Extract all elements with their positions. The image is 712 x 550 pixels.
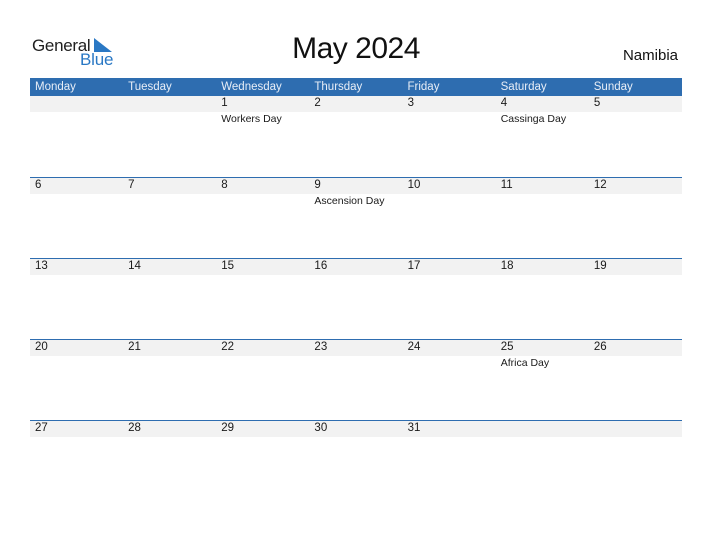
weekday-header: Monday Tuesday Wednesday Thursday Friday…	[30, 78, 682, 96]
day-cell[interactable]: 16	[309, 259, 402, 339]
day-number: 6	[35, 179, 42, 191]
weekday-wednesday: Wednesday	[221, 81, 282, 93]
day-number: 11	[500, 179, 513, 191]
weekday-friday: Friday	[407, 81, 440, 93]
day-cell[interactable]: 18	[496, 259, 589, 339]
day-number: 10	[407, 179, 421, 191]
day-number: 5	[593, 97, 601, 109]
day-number: 9	[314, 179, 321, 191]
page-title: May 2024	[292, 32, 420, 65]
day-cell[interactable]: 26	[589, 340, 682, 420]
day-number: 17	[407, 260, 421, 272]
day-cell[interactable]: 8	[216, 178, 309, 258]
day-number: 25	[500, 341, 514, 353]
day-cell[interactable]: 1 Workers Day	[216, 96, 309, 176]
day-number: 14	[128, 260, 141, 272]
day-cell[interactable]: 29	[216, 421, 309, 501]
day-cell[interactable]: 22	[216, 340, 309, 420]
day-number: 2	[314, 97, 321, 109]
day-cell[interactable]: 24	[403, 340, 496, 420]
day-number: 27	[35, 422, 48, 434]
day-cell[interactable]: 21	[123, 340, 216, 420]
day-number: 7	[128, 179, 135, 191]
day-number: 12	[593, 179, 607, 191]
day-number: 30	[314, 422, 328, 434]
holiday-label: Workers Day	[221, 113, 282, 125]
day-cell[interactable]: 2	[309, 96, 402, 176]
day-cell[interactable]: 14	[123, 259, 216, 339]
day-number: 28	[128, 422, 141, 434]
week-row: 13 14 15 16 17 18 19	[30, 258, 682, 340]
day-cell[interactable]: 10	[403, 178, 496, 258]
day-number: 31	[407, 422, 421, 434]
day-cell[interactable]: 11	[496, 178, 589, 258]
day-cell[interactable]: 31	[403, 421, 496, 501]
day-cell[interactable]: 27	[30, 421, 123, 501]
weekday-monday: Monday	[35, 81, 76, 93]
day-number: 1	[221, 97, 228, 109]
day-number: 19	[593, 260, 607, 272]
day-cell[interactable]	[496, 421, 589, 501]
day-cell[interactable]: 25 Africa Day	[496, 340, 589, 420]
day-number: 21	[128, 341, 141, 353]
day-number: 29	[221, 422, 235, 434]
day-cell[interactable]: 20	[30, 340, 123, 420]
day-number: 8	[221, 179, 228, 191]
day-number: 18	[500, 260, 514, 272]
weekday-tuesday: Tuesday	[128, 81, 172, 93]
day-cell[interactable]: 3	[403, 96, 496, 176]
day-number: 13	[35, 260, 48, 272]
day-cell[interactable]: 5	[589, 96, 682, 176]
day-number: 20	[35, 341, 48, 353]
day-cell[interactable]: 13	[30, 259, 123, 339]
day-cell[interactable]: 6	[30, 178, 123, 258]
holiday-label: Africa Day	[500, 357, 550, 369]
holiday-label: Cassinga Day	[500, 113, 567, 125]
day-cell[interactable]: 28	[123, 421, 216, 501]
day-number: 23	[314, 341, 328, 353]
day-cell[interactable]: 9 Ascension Day	[309, 178, 402, 258]
week-row: 1 Workers Day 2 3 4 Cassinga Day 5	[30, 96, 682, 177]
day-number: 4	[500, 97, 508, 109]
day-number: 15	[221, 260, 235, 272]
day-cell[interactable]	[589, 421, 682, 501]
day-number: 24	[407, 341, 421, 353]
week-row: 27 28 29 30 31	[30, 420, 682, 502]
day-number: 3	[407, 97, 414, 109]
day-cell[interactable]: 4 Cassinga Day	[496, 96, 589, 176]
day-cell[interactable]: 15	[216, 259, 309, 339]
day-number: 26	[593, 341, 607, 353]
day-cell[interactable]: 17	[403, 259, 496, 339]
weekday-saturday: Saturday	[500, 81, 547, 93]
day-cell[interactable]: 12	[589, 178, 682, 258]
day-number: 22	[221, 341, 235, 353]
day-cell[interactable]: 7	[123, 178, 216, 258]
day-cell[interactable]: 19	[589, 259, 682, 339]
holiday-label: Ascension Day	[314, 195, 385, 207]
day-cell[interactable]	[30, 96, 123, 176]
day-cell[interactable]	[123, 96, 216, 176]
weekday-sunday: Sunday	[593, 81, 633, 93]
weekday-thursday: Thursday	[314, 81, 363, 93]
week-row: 20 21 22 23 24 25 Africa Day 26	[30, 339, 682, 421]
day-cell[interactable]: 23	[309, 340, 402, 420]
country-label: Namibia	[622, 47, 678, 64]
day-number: 16	[314, 260, 328, 272]
day-cell[interactable]: 30	[309, 421, 402, 501]
week-row: 6 7 8 9 Ascension Day 10 11 12	[30, 177, 682, 259]
